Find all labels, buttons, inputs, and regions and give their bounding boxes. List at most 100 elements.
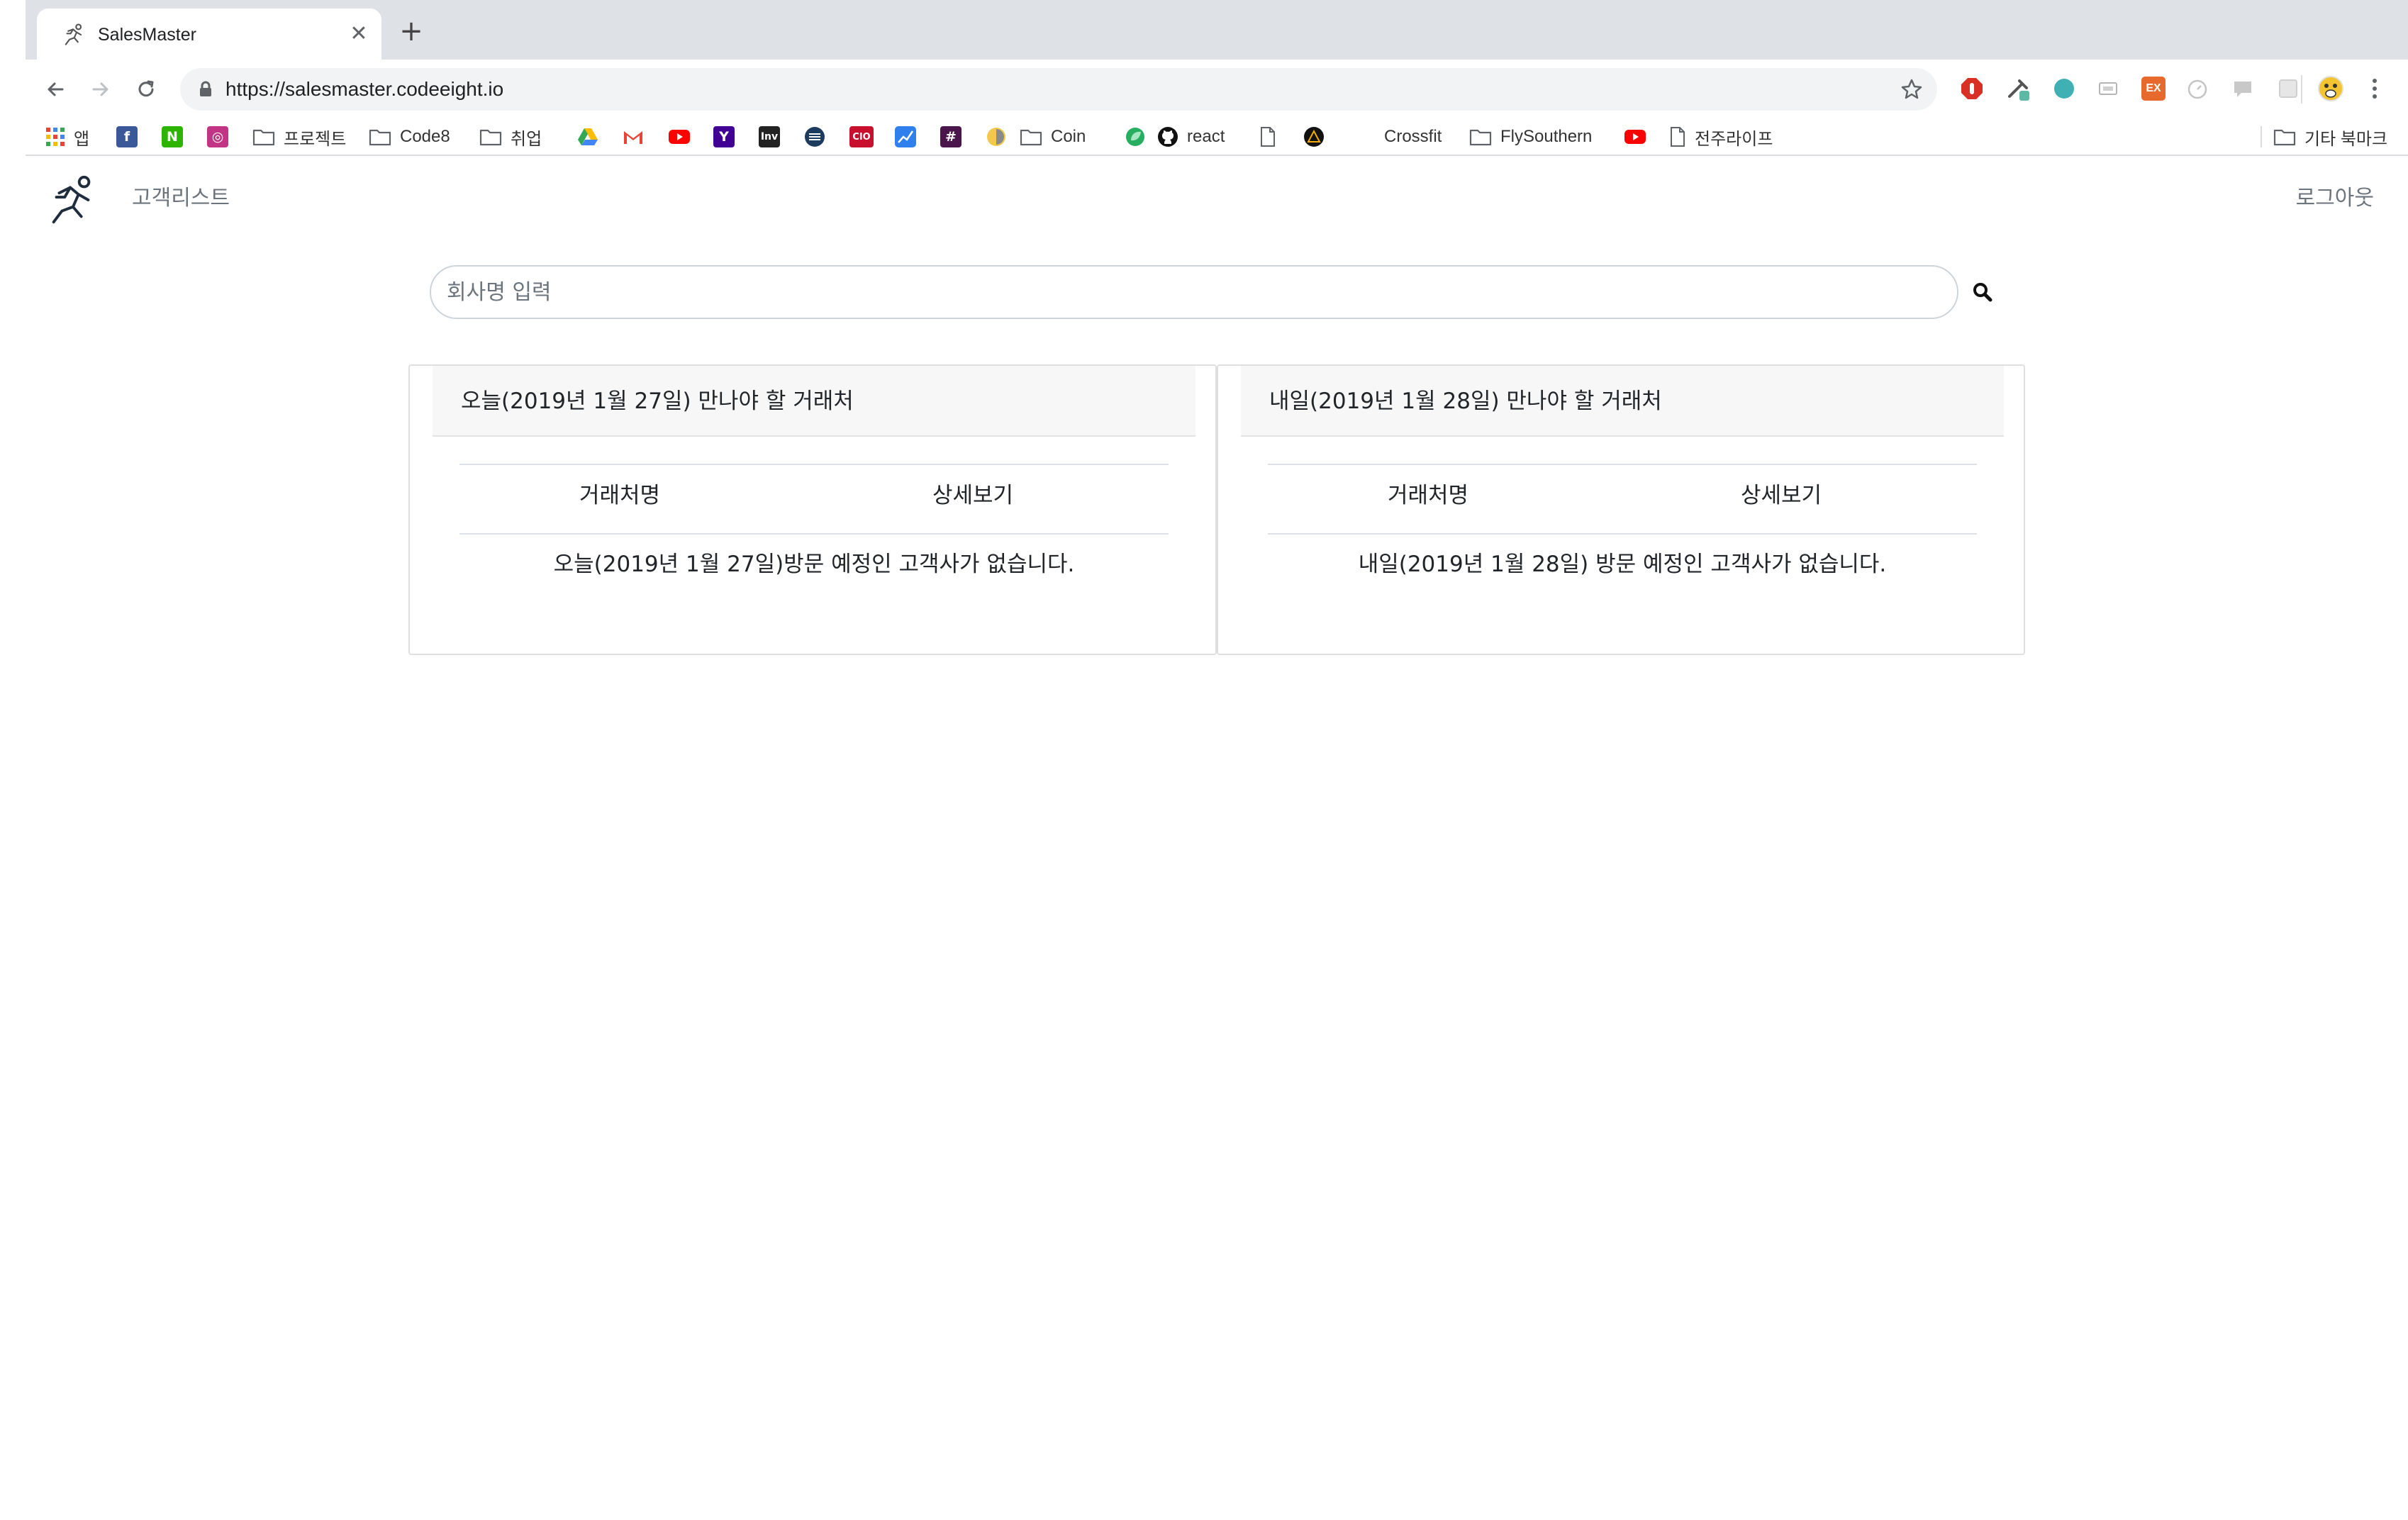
page-icon [1671,127,1685,147]
bookmark-warning[interactable] [1303,119,1325,155]
hashtag-icon: # [940,126,961,147]
bookmark-star-icon[interactable] [1899,77,1924,102]
timer-extension-icon[interactable] [2181,72,2214,105]
new-tab-button[interactable]: + [396,16,427,47]
arrow-right-icon [92,82,108,96]
column-header-details: 상세보기 [1740,483,1822,508]
github-icon [1158,127,1178,147]
bookmark-folder-coin[interactable]: Coin [1020,119,1086,155]
browser-menu-button[interactable] [2358,72,2391,105]
card-header: 내일(2019년 1월 28일) 만나야 할 거래처 [1241,366,2004,437]
yahoo-icon: Y [713,126,735,147]
leaf-icon [1126,128,1144,146]
bookmark-label: FlySouthern [1500,127,1593,146]
investing-icon: Inv [759,126,780,147]
column-header-client-name: 거래처명 [579,483,661,508]
bookmark-label: 취업 [511,129,542,149]
bookmarks-bar: 앱 f N ◎ 프로젝트 Code8 취업 Y Inv CIO # Coin r… [26,119,2408,156]
bookmark-page[interactable] [1259,119,1276,155]
empty-state-message: 오늘(2019년 1월 27일)방문 예정인 고객사가 없습니다. [553,552,1075,577]
running-man-logo-icon[interactable] [44,172,99,228]
bookmark-naver[interactable]: N [162,119,183,155]
bookmark-jeonju-life[interactable]: 전주라이프 [1669,119,1773,155]
bookmark-apps[interactable]: 앱 [45,119,89,155]
bookmark-youtube[interactable] [668,119,691,155]
bookmark-stack[interactable] [804,119,825,155]
teal-circle-extension-icon[interactable] [2048,72,2080,105]
empty-state-message: 내일(2019년 1월 28일) 방문 예정인 고객사가 없습니다. [1358,552,1887,577]
toolbar-divider [2301,75,2302,104]
eyedropper-extension-icon[interactable] [2002,72,2035,105]
nav-logout[interactable]: 로그아웃 [2296,184,2374,213]
bookmark-investing[interactable]: Inv [759,119,780,155]
running-man-icon [65,23,82,45]
bookmark-instagram[interactable]: ◎ [207,119,228,155]
bookmark-coin-logo[interactable] [986,119,1007,155]
bookmark-label: 프로젝트 [284,129,347,149]
bookmark-label: Crossfit [1384,127,1442,146]
arrow-left-icon [48,82,64,96]
tab-strip: SalesMaster ✕ + [26,0,2408,60]
bookmark-other-folder[interactable]: 기타 북마크 [2273,119,2387,155]
bookmark-label: 기타 북마크 [2304,129,2388,149]
screen-icon [2099,82,2117,95]
facebook-icon: f [116,126,138,147]
bookmark-chart[interactable] [895,119,916,155]
bookmark-folder-job[interactable]: 취업 [479,119,542,155]
table-top-border [459,464,1169,465]
table-top-border [1268,464,1977,465]
company-search-input[interactable] [430,265,1958,319]
naver-icon: N [162,126,183,147]
bookmark-yahoo[interactable]: Y [713,119,735,155]
adblock-extension-icon[interactable] [1956,72,1988,105]
bookmark-gmail[interactable] [623,119,644,155]
folder-icon [2273,129,2296,146]
bookmark-folder-code8[interactable]: Code8 [369,119,450,155]
search-button[interactable] [1968,278,1997,306]
bookmark-crossfit[interactable]: Crossfit [1384,119,1442,155]
browser-toolbar: https://salesmaster.codeeight.io EX [26,60,2408,119]
today-clients-card: 오늘(2019년 1월 27일) 만나야 할 거래처 거래처명 상세보기 오늘(… [408,364,1217,655]
profile-avatar[interactable] [2314,72,2347,105]
chart-icon [895,126,916,147]
grid-extension-icon[interactable] [2272,72,2304,105]
warning-circle-icon [1304,127,1324,147]
back-button[interactable] [38,72,72,106]
reload-button[interactable] [129,72,163,106]
browser-window: SalesMaster ✕ + https://salesmaster.code… [0,0,2408,1520]
tomorrow-clients-card: 내일(2019년 1월 28일) 만나야 할 거래처 거래처명 상세보기 내일(… [1217,364,2025,655]
bookmark-react[interactable]: react [1157,119,1225,155]
bookmark-google-drive[interactable] [577,119,598,155]
column-header-details: 상세보기 [932,483,1014,508]
google-drive-icon [578,128,598,145]
chat-bubble-icon [2234,82,2251,97]
screen-extension-icon[interactable] [2092,72,2124,105]
bookmark-cio[interactable]: CIO [849,119,874,155]
folder-icon [252,129,275,146]
kebab-menu-icon [2373,79,2377,99]
youtube-icon [1624,130,1646,144]
bookmark-folder-project[interactable]: 프로젝트 [252,119,346,155]
forward-button[interactable] [84,72,118,106]
bookmark-youtube-2[interactable] [1624,119,1646,155]
nav-customer-list[interactable]: 고객리스트 [132,184,230,213]
emoji-avatar-icon [2318,76,2343,101]
ex-extension-icon[interactable]: EX [2137,72,2170,105]
column-header-client-name: 거래처명 [1387,483,1469,508]
bookmark-folder-flysouthern[interactable]: FlySouthern [1469,119,1592,155]
eyedropper-icon [2008,79,2029,101]
folder-icon [479,129,502,146]
bookmark-leaf[interactable] [1125,119,1146,155]
chat-extension-icon[interactable] [2226,72,2259,105]
close-tab-icon[interactable]: ✕ [349,23,369,45]
tab-salesmaster[interactable]: SalesMaster ✕ [37,9,381,60]
bookmark-label: 앱 [74,129,90,149]
url-text: https://salesmaster.codeeight.io [225,78,504,100]
address-bar[interactable]: https://salesmaster.codeeight.io [180,68,1937,111]
cio-icon: CIO [849,126,874,147]
bookmark-facebook[interactable]: f [116,119,138,155]
bookmark-slack[interactable]: # [940,119,961,155]
folder-icon [1469,129,1492,146]
tab-title: SalesMaster [98,25,196,45]
lock-icon [200,81,211,96]
